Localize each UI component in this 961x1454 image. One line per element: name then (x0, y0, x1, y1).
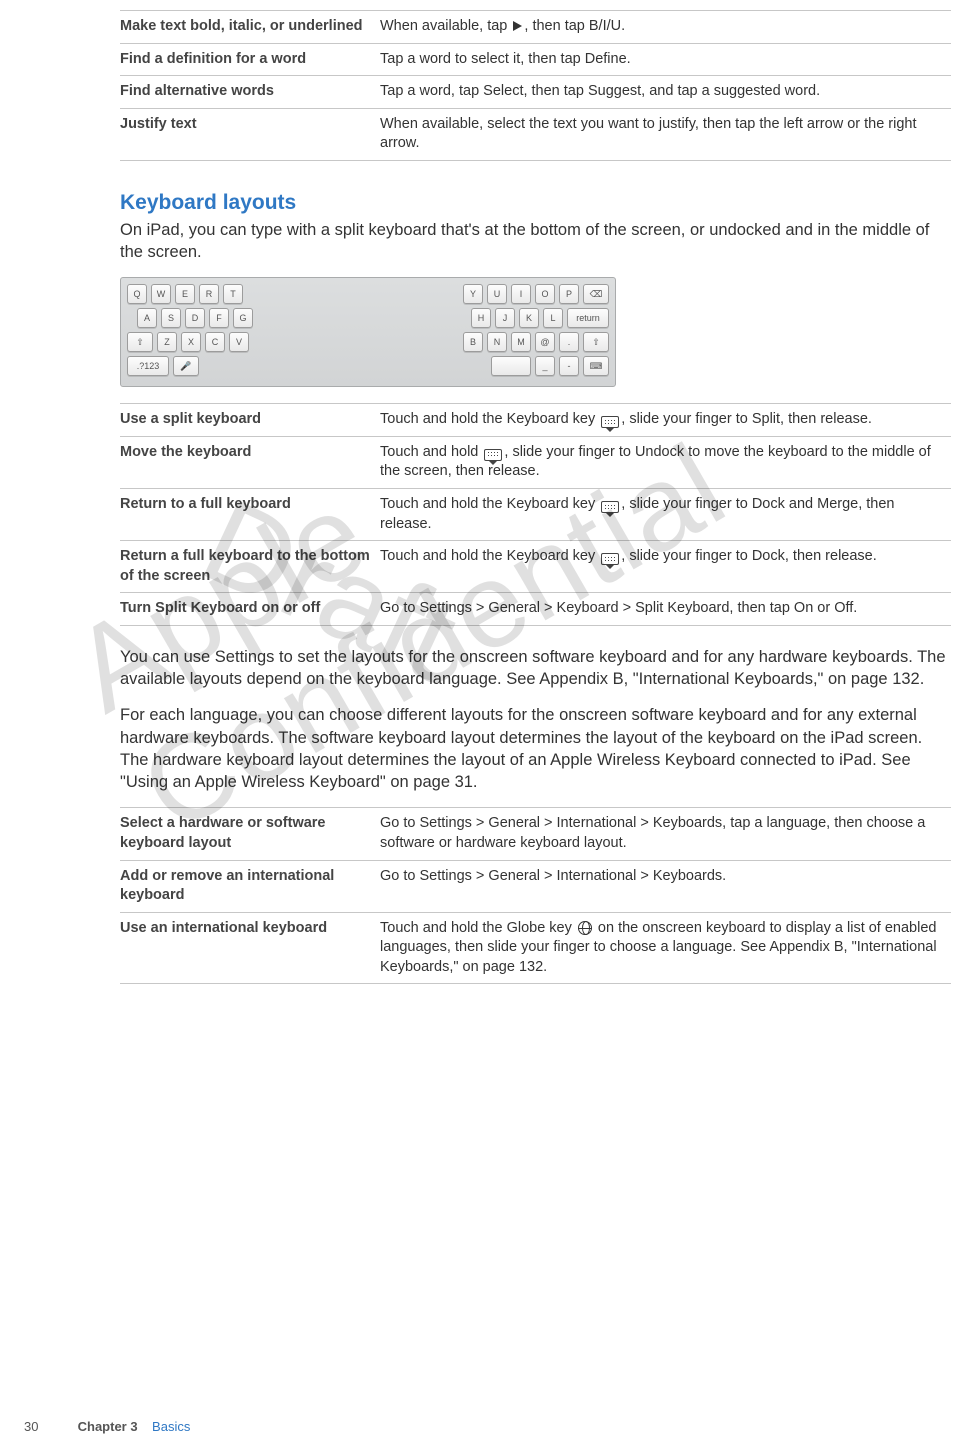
text-editing-table: Make text bold, italic, or underlined Wh… (120, 10, 951, 161)
key: .?123 (127, 356, 169, 376)
key: M (511, 332, 531, 352)
key: P (559, 284, 579, 304)
row-value: Touch and hold the Globe key on the onsc… (380, 912, 951, 984)
key: Q (127, 284, 147, 304)
table-row: Use a split keyboard Touch and hold the … (120, 404, 951, 437)
keyboard-icon (484, 449, 502, 461)
key: E (175, 284, 195, 304)
row-value: Touch and hold the Keyboard key , slide … (380, 489, 951, 541)
key: F (209, 308, 229, 328)
split-keyboard-table: Use a split keyboard Touch and hold the … (120, 403, 951, 626)
key: _ (535, 356, 555, 376)
key: U (487, 284, 507, 304)
table-row: Find alternative words Tap a word, tap S… (120, 76, 951, 109)
key: X (181, 332, 201, 352)
key: - (559, 356, 579, 376)
key: W (151, 284, 171, 304)
key: ⇧ (127, 332, 153, 352)
play-triangle-icon (513, 21, 522, 31)
keyboard-icon (601, 416, 619, 428)
key: T (223, 284, 243, 304)
key: G (233, 308, 253, 328)
body-paragraph: For each language, you can choose differ… (120, 704, 951, 793)
key: Y (463, 284, 483, 304)
chapter-title: Basics (152, 1419, 190, 1434)
page-number: 30 (24, 1419, 74, 1434)
key: I (511, 284, 531, 304)
table-row: Turn Split Keyboard on or off Go to Sett… (120, 593, 951, 626)
row-value: Tap a word, tap Select, then tap Suggest… (380, 76, 951, 109)
table-row: Move the keyboard Touch and hold , slide… (120, 436, 951, 488)
split-keyboard-figure: QWERTASDFG⇧ZXCV.?123🎤 YUIOP⌫HJKLreturnBN… (120, 277, 951, 387)
key: . (559, 332, 579, 352)
key: B (463, 332, 483, 352)
table-row: Return a full keyboard to the bottom of … (120, 541, 951, 593)
row-value: Go to Settings > General > International… (380, 860, 951, 912)
table-row: Select a hardware or software keyboard l… (120, 808, 951, 860)
key: ⌨ (583, 356, 609, 376)
key: V (229, 332, 249, 352)
chapter-label: Chapter 3 (78, 1419, 138, 1434)
key: S (161, 308, 181, 328)
key: @ (535, 332, 555, 352)
row-value: Touch and hold , slide your finger to Un… (380, 436, 951, 488)
body-paragraph: You can use Settings to set the layouts … (120, 646, 951, 691)
table-row: Use an international keyboard Touch and … (120, 912, 951, 984)
table-row: Find a definition for a word Tap a word … (120, 43, 951, 76)
row-label: Return a full keyboard to the bottom of … (120, 541, 380, 593)
key: K (519, 308, 539, 328)
key: L (543, 308, 563, 328)
key: O (535, 284, 555, 304)
row-value: When available, select the text you want… (380, 108, 951, 160)
row-label: Find alternative words (120, 76, 380, 109)
key: D (185, 308, 205, 328)
key: 🎤 (173, 356, 199, 376)
keyboard-icon (601, 553, 619, 565)
row-label: Find a definition for a word (120, 43, 380, 76)
key: ⌫ (583, 284, 609, 304)
keyboard-layout-table: Select a hardware or software keyboard l… (120, 807, 951, 984)
intro-paragraph: On iPad, you can type with a split keybo… (120, 219, 951, 264)
key: N (487, 332, 507, 352)
table-row: Add or remove an international keyboard … (120, 860, 951, 912)
table-row: Justify text When available, select the … (120, 108, 951, 160)
row-value: Go to Settings > General > Keyboard > Sp… (380, 593, 951, 626)
globe-icon (578, 921, 592, 935)
key: Z (157, 332, 177, 352)
table-row: Return to a full keyboard Touch and hold… (120, 489, 951, 541)
row-value: Touch and hold the Keyboard key , slide … (380, 541, 951, 593)
section-heading: Keyboard layouts (120, 191, 951, 215)
key: C (205, 332, 225, 352)
row-value: When available, tap , then tap B/I/U. (380, 11, 951, 44)
row-label: Justify text (120, 108, 380, 160)
key: H (471, 308, 491, 328)
row-label: Add or remove an international keyboard (120, 860, 380, 912)
key: R (199, 284, 219, 304)
row-label: Use an international keyboard (120, 912, 380, 984)
table-row: Make text bold, italic, or underlined Wh… (120, 11, 951, 44)
row-label: Use a split keyboard (120, 404, 380, 437)
row-label: Make text bold, italic, or underlined (120, 11, 380, 44)
keyboard-icon (601, 501, 619, 513)
key: ⇧ (583, 332, 609, 352)
row-value: Tap a word to select it, then tap Define… (380, 43, 951, 76)
key (491, 356, 531, 376)
row-label: Select a hardware or software keyboard l… (120, 808, 380, 860)
row-value: Go to Settings > General > International… (380, 808, 951, 860)
row-label: Turn Split Keyboard on or off (120, 593, 380, 626)
key: return (567, 308, 609, 328)
key: A (137, 308, 157, 328)
row-value: Touch and hold the Keyboard key , slide … (380, 404, 951, 437)
row-label: Move the keyboard (120, 436, 380, 488)
key: J (495, 308, 515, 328)
page-footer: 30 Chapter 3 Basics (24, 1419, 190, 1434)
row-label: Return to a full keyboard (120, 489, 380, 541)
